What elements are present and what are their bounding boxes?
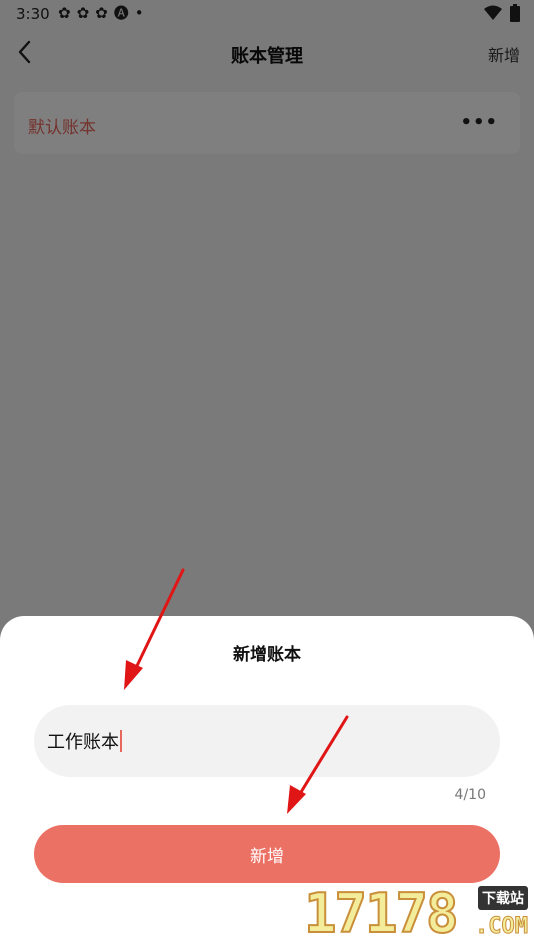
watermark-digits: 17178 — [303, 882, 460, 945]
book-name-input-value[interactable]: 工作账本 — [47, 728, 122, 754]
watermark-suffix: .COM — [475, 914, 529, 940]
submit-add-button[interactable]: 新增 — [34, 825, 500, 883]
book-name-input[interactable]: 工作账本 — [34, 705, 500, 777]
watermark-logo: 17178 下载站 .COM — [303, 882, 530, 948]
watermark-badge: 下载站 — [478, 886, 528, 910]
char-count: 4/10 — [454, 787, 486, 803]
input-text: 工作账本 — [47, 732, 119, 753]
text-caret — [120, 730, 122, 752]
sheet-title: 新增账本 — [233, 645, 301, 665]
